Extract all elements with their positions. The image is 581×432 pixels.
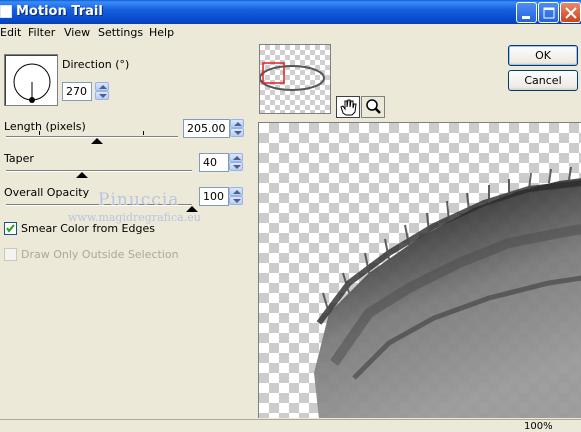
length-slider-thumb[interactable] (91, 138, 103, 145)
length-spin-down[interactable] (230, 128, 244, 137)
close-icon (565, 7, 577, 19)
window-title: Motion Trail (16, 4, 103, 19)
zoom-level: 100% (524, 421, 553, 432)
draw-outside-label: Draw Only Outside Selection (21, 248, 179, 261)
menu-view[interactable]: View (64, 26, 90, 39)
direction-label: Direction (°) (62, 58, 130, 71)
direction-spin-down[interactable] (95, 91, 109, 100)
up-arrow-icon (233, 190, 241, 194)
close-button[interactable] (560, 2, 581, 23)
opacity-label: Overall Opacity (4, 186, 90, 199)
motion-trail-preview-image (314, 166, 581, 418)
navigator-thumbnail[interactable] (259, 44, 331, 114)
watermark-name: Pinuccia (98, 190, 180, 210)
ok-button[interactable]: OK (508, 45, 578, 66)
window-icon (0, 5, 12, 18)
status-bar: 100% (0, 419, 581, 432)
length-field[interactable]: 205.00 (183, 119, 230, 138)
down-arrow-icon (233, 165, 241, 169)
zoom-tool-button[interactable] (361, 96, 385, 118)
opacity-spinner[interactable] (229, 187, 243, 205)
down-arrow-icon (234, 131, 242, 135)
navigator-thumbnail-image (260, 62, 325, 91)
draw-outside-checkbox (4, 248, 17, 261)
smear-color-label[interactable]: Smear Color from Edges (21, 222, 155, 235)
opacity-spin-down[interactable] (229, 196, 243, 205)
maximize-button[interactable] (538, 2, 559, 23)
length-tick (39, 131, 40, 135)
down-arrow-icon (99, 94, 107, 98)
zoom-tool-icon (366, 99, 381, 114)
smear-color-checkbox[interactable] (4, 222, 17, 235)
length-label: Length (pixels) (4, 120, 86, 133)
direction-spinner[interactable] (95, 82, 109, 100)
taper-spinner[interactable] (229, 153, 243, 171)
menu-bar: Edit Filter View Settings Help (0, 25, 581, 42)
preview-pane[interactable] (258, 122, 581, 418)
checkmark-icon (6, 224, 15, 233)
menu-help[interactable]: Help (149, 26, 174, 39)
taper-field[interactable]: 40 (199, 153, 229, 172)
length-slider-track[interactable] (6, 136, 178, 137)
maximize-icon (543, 7, 555, 19)
hand-tool-icon (340, 99, 357, 116)
menu-settings[interactable]: Settings (98, 26, 143, 39)
length-spin-up[interactable] (230, 119, 244, 128)
direction-dial-icon (13, 63, 51, 103)
menu-filter[interactable]: Filter (28, 26, 55, 39)
down-arrow-icon (233, 199, 241, 203)
up-arrow-icon (99, 85, 107, 89)
title-bar[interactable]: Motion Trail (0, 0, 581, 24)
direction-field[interactable]: 270 (62, 82, 92, 101)
up-arrow-icon (234, 122, 242, 126)
up-arrow-icon (233, 156, 241, 160)
direction-dial[interactable] (4, 54, 58, 106)
taper-spin-up[interactable] (229, 153, 243, 162)
minimize-icon (522, 16, 530, 19)
pan-tool-button[interactable] (336, 96, 360, 118)
cancel-button[interactable]: Cancel (508, 70, 578, 91)
menu-edit[interactable]: Edit (0, 26, 21, 39)
taper-label: Taper (4, 152, 34, 165)
taper-slider-track[interactable] (6, 170, 192, 171)
opacity-field[interactable]: 100 (199, 187, 229, 206)
direction-spin-up[interactable] (95, 82, 109, 91)
minimize-button[interactable] (516, 2, 537, 23)
opacity-spin-up[interactable] (229, 187, 243, 196)
motion-trail-dialog: Motion Trail Edit Filter View Settings H… (0, 0, 581, 432)
length-spinner[interactable] (230, 119, 244, 137)
length-tick (143, 131, 144, 135)
taper-slider-thumb[interactable] (76, 172, 88, 179)
taper-spin-down[interactable] (229, 162, 243, 171)
